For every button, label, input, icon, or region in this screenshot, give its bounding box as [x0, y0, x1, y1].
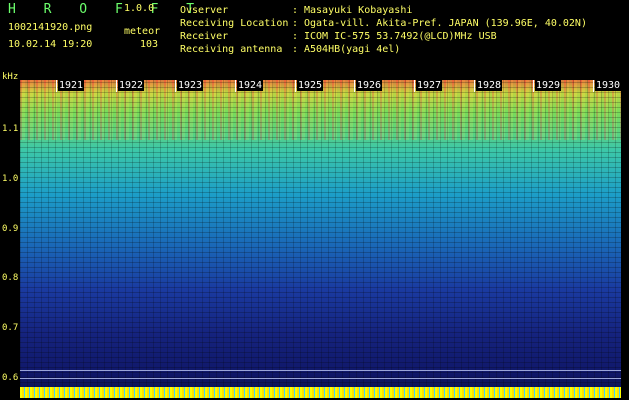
time-tick	[354, 80, 355, 92]
time-tick	[56, 80, 57, 92]
y-tick-label: 1.0	[2, 174, 19, 184]
signal-baseline	[20, 387, 621, 398]
info-value: Masayuki Kobayashi	[304, 5, 413, 16]
info-key: Receiving Location	[180, 18, 289, 29]
time-mark-label: 1930	[595, 80, 622, 91]
time-mark-label: 1929	[535, 80, 562, 91]
info-key: Ovserver	[180, 5, 229, 16]
axis-unit-label: kHz	[2, 72, 19, 82]
reference-line	[20, 370, 621, 371]
y-tick-label: 0.7	[2, 323, 19, 333]
time-mark-label: 1922	[118, 80, 145, 91]
y-tick-label: 0.9	[2, 224, 19, 234]
mode-label: meteor	[124, 26, 161, 37]
info-separator: :	[292, 18, 299, 29]
app-version: 1.0.0	[124, 3, 155, 14]
info-separator: :	[292, 5, 299, 16]
time-tick	[593, 80, 594, 92]
time-mark-label: 1927	[416, 80, 443, 91]
time-mark-label: 1923	[177, 80, 204, 91]
info-separator: :	[292, 44, 299, 55]
app-title: H R O F F T	[8, 2, 205, 17]
info-key: Receiver	[180, 31, 229, 42]
file-name: 1002141920.png	[8, 22, 93, 33]
meteor-count: 103	[140, 39, 159, 50]
time-tick	[295, 80, 296, 92]
info-row-antenna: Receiving antenna : A504HB(yagi 4el)	[180, 43, 587, 56]
time-tick	[116, 80, 117, 92]
time-mark-label: 1928	[476, 80, 503, 91]
time-mark-label: 1925	[297, 80, 324, 91]
time-tick	[533, 80, 534, 92]
time-mark-label: 1924	[237, 80, 264, 91]
info-separator: :	[292, 31, 299, 42]
y-tick-label: 0.6	[2, 373, 19, 383]
time-tick	[414, 80, 415, 92]
time-mark-label: 1926	[356, 80, 383, 91]
info-row-location: Receiving Location : Ogata-vill. Akita-P…	[180, 17, 587, 30]
time-mark-label: 1921	[58, 80, 85, 91]
y-tick-label: 1.1	[2, 124, 19, 134]
reference-line	[20, 378, 621, 379]
header-panel: H R O F F T 1.0.0 1002141920.png meteor …	[0, 0, 629, 78]
spectrogram-noise	[20, 80, 621, 398]
time-tick	[474, 80, 475, 92]
station-info: Ovserver : Masayuki Kobayashi Receiving …	[180, 4, 587, 56]
datetime: 10.02.14 19:20	[8, 39, 93, 50]
y-tick-label: 0.8	[2, 273, 19, 283]
info-row-receiver: Receiver : ICOM IC-575 53.7492(@LCD)MHz …	[180, 30, 587, 43]
info-row-observer: Ovserver : Masayuki Kobayashi	[180, 4, 587, 17]
info-value: A504HB(yagi 4el)	[304, 44, 401, 55]
info-key: Receiving antenna	[180, 44, 283, 55]
spectrogram	[20, 80, 621, 398]
info-value: Ogata-vill. Akita-Pref. JAPAN (139.96E, …	[304, 18, 587, 29]
info-value: ICOM IC-575 53.7492(@LCD)MHz USB	[304, 31, 497, 42]
time-tick	[235, 80, 236, 92]
time-tick	[175, 80, 176, 92]
